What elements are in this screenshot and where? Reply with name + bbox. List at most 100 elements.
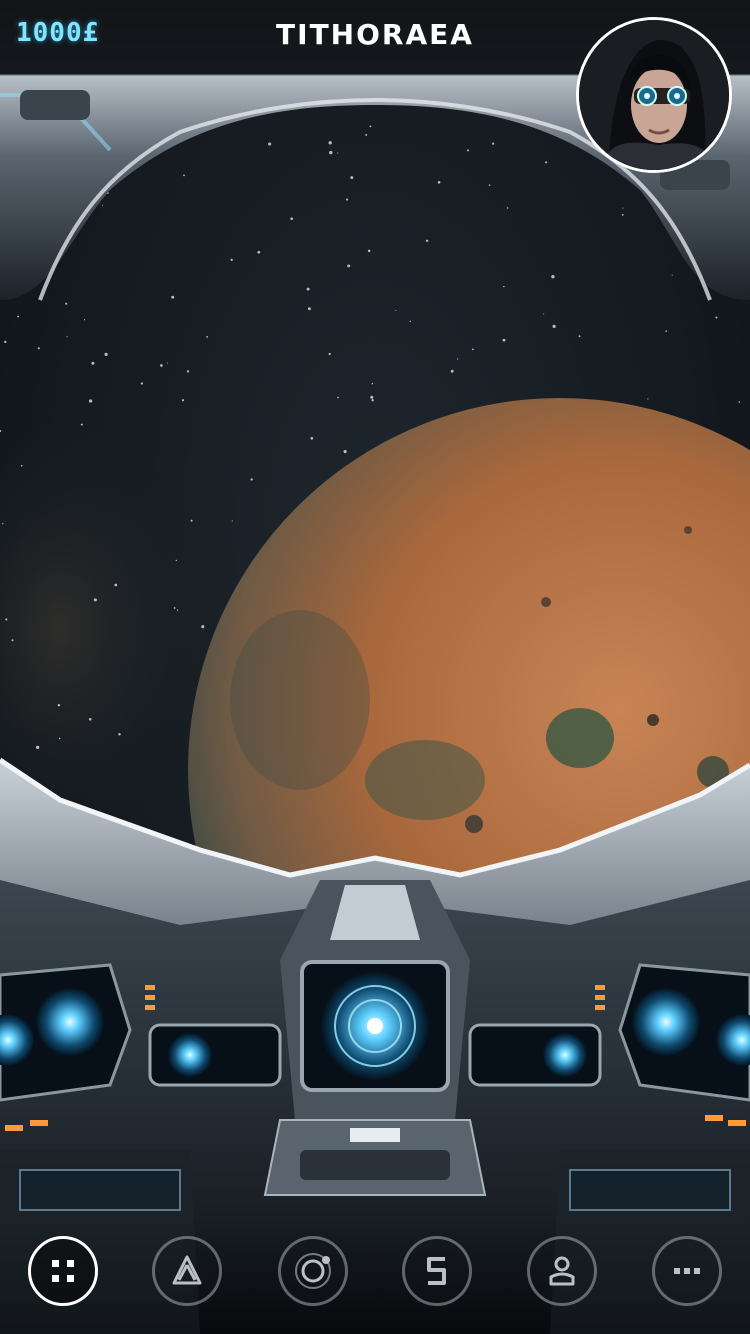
star (66, 336, 68, 338)
star (181, 399, 185, 402)
star (409, 320, 411, 322)
star (88, 718, 92, 721)
star (370, 395, 374, 399)
star (35, 745, 40, 750)
star (369, 125, 372, 128)
star (578, 335, 581, 338)
game-screen: 1000£ TITHORAEA (0, 0, 750, 1334)
star (17, 315, 20, 318)
star (365, 133, 368, 136)
ship-icon (172, 1255, 202, 1285)
star (488, 184, 491, 186)
star (457, 358, 459, 360)
star (425, 239, 429, 242)
currency-icon (427, 1257, 446, 1285)
star (310, 436, 314, 440)
star (472, 348, 474, 351)
nav-ship-button[interactable] (152, 1236, 222, 1306)
star (502, 338, 506, 342)
nav-planet-button[interactable] (278, 1236, 348, 1306)
star (337, 152, 339, 154)
star (545, 161, 548, 164)
star (437, 180, 441, 184)
star (231, 520, 233, 522)
star (506, 207, 509, 209)
nav-menu-button[interactable] (28, 1236, 98, 1306)
star (91, 361, 95, 365)
star (37, 347, 40, 350)
star (371, 382, 374, 385)
star (114, 583, 118, 587)
star (93, 598, 97, 602)
star (173, 607, 176, 609)
star (552, 324, 556, 329)
star (715, 316, 718, 319)
star (337, 396, 339, 399)
star (307, 307, 311, 311)
star (395, 309, 397, 311)
star (371, 399, 374, 402)
star (57, 703, 61, 707)
star (329, 150, 333, 155)
star (80, 423, 83, 426)
star (206, 336, 208, 338)
star (350, 176, 354, 180)
profile-icon (549, 1256, 575, 1286)
star (201, 625, 205, 629)
grid-menu-icon (52, 1260, 74, 1282)
star (543, 313, 545, 315)
star (450, 369, 454, 373)
planet-orbit-icon (295, 1253, 331, 1289)
star (738, 401, 740, 403)
cockpit-scene (0, 0, 750, 1334)
pilot-avatar-icon (579, 20, 729, 170)
star (175, 559, 177, 562)
star (268, 142, 272, 146)
star (492, 142, 495, 145)
star (2, 523, 4, 525)
star (551, 275, 555, 279)
star (171, 295, 175, 299)
bottom-navigation (0, 1212, 750, 1334)
star (20, 464, 23, 467)
star (665, 330, 667, 332)
star (83, 319, 86, 321)
star (230, 258, 233, 262)
star (621, 213, 624, 216)
star (58, 737, 61, 740)
star (647, 398, 649, 400)
star (503, 285, 505, 288)
star (671, 274, 673, 276)
nav-currency-button[interactable] (402, 1236, 472, 1306)
star (250, 478, 253, 481)
nav-profile-button[interactable] (527, 1236, 597, 1306)
star (343, 450, 347, 454)
more-icon (674, 1268, 700, 1274)
star (190, 519, 193, 522)
star (622, 207, 624, 209)
star (290, 217, 293, 220)
star (160, 364, 163, 367)
star (140, 382, 144, 385)
star (104, 352, 108, 357)
star (4, 340, 7, 344)
star (367, 249, 371, 253)
star (257, 250, 261, 254)
star (176, 609, 179, 611)
pilot-avatar[interactable] (576, 17, 732, 173)
star (328, 352, 331, 356)
star (65, 302, 68, 305)
star (118, 732, 121, 736)
star (11, 639, 14, 642)
star (467, 149, 469, 152)
star (183, 174, 185, 177)
star (186, 370, 190, 373)
star (306, 287, 310, 291)
nav-more-button[interactable] (652, 1236, 722, 1306)
star (102, 204, 103, 206)
star (166, 362, 168, 364)
star (328, 141, 332, 145)
star (5, 618, 8, 621)
star (346, 198, 349, 201)
star (88, 399, 93, 403)
